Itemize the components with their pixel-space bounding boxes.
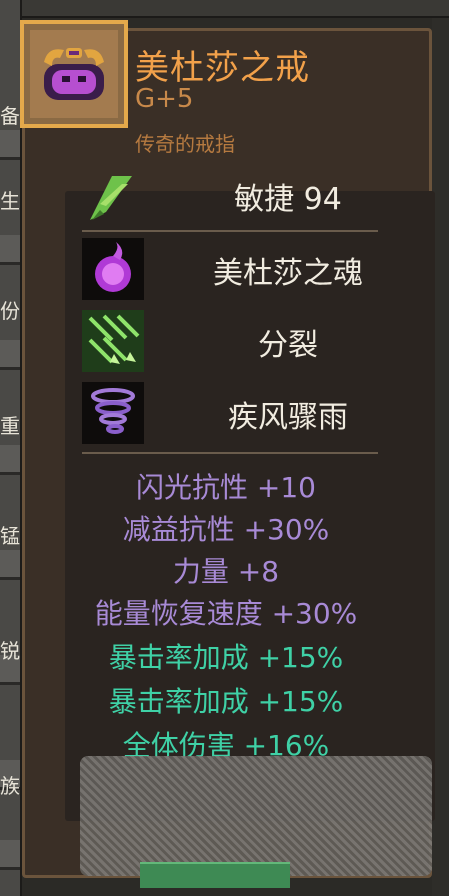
divider [82, 452, 378, 454]
menu-char: 重 [0, 414, 20, 438]
item-name: 美杜莎之戒 [135, 48, 310, 88]
medusa-soul-icon [82, 238, 144, 300]
obscured-area [80, 756, 432, 876]
split-arrows-icon [82, 310, 144, 372]
item-rarity: 传奇的戒指 [135, 132, 235, 156]
skill-row[interactable]: 美杜莎之魂 [82, 238, 412, 300]
menu-char: 份 [0, 299, 20, 323]
main-stat-label: 敏捷 94 [234, 182, 342, 217]
main-stat-row: 敏捷 94 [82, 168, 412, 228]
item-icon-bg [30, 30, 118, 118]
skill-row[interactable]: 分裂 [82, 310, 412, 372]
attribute-line: 减益抗性 +30% [122, 513, 330, 546]
attribute-line: 暴击率加成 +15% [108, 641, 344, 674]
item-grade: G+5 [135, 84, 194, 114]
noise-overlay [80, 756, 432, 876]
tornado-icon [82, 382, 144, 444]
menu-slot[interactable] [0, 235, 20, 265]
menu-char: 族 [0, 774, 20, 798]
attribute-line: 暴击率加成 +15% [108, 685, 344, 718]
menu-char: 备 [0, 104, 20, 128]
agility-feather-icon [82, 168, 144, 230]
skill-row[interactable]: 疾风骤雨 [82, 382, 412, 444]
attribute-line: 闪光抗性 +10 [136, 471, 316, 504]
background-menu-strip: 备 生 份 重 锰 锐 族 [0, 0, 22, 896]
skill-label: 美杜莎之魂 [213, 256, 363, 291]
menu-char: 锰 [0, 524, 20, 548]
menu-slot[interactable] [0, 840, 20, 870]
menu-slot[interactable] [0, 550, 20, 580]
menu-slot[interactable] [0, 340, 20, 370]
divider [82, 230, 378, 232]
menu-char: 生 [0, 189, 20, 213]
menu-slot[interactable] [0, 130, 20, 160]
attribute-line: 能量恢复速度 +30% [94, 597, 358, 630]
top-bar [22, 0, 449, 18]
menu-slot[interactable] [0, 445, 20, 475]
skill-label: 疾风骤雨 [228, 400, 348, 435]
medusa-ring-icon [44, 48, 104, 100]
action-button[interactable] [140, 862, 290, 888]
menu-char: 锐 [0, 639, 20, 663]
item-icon-frame[interactable] [20, 20, 128, 128]
attribute-line: 力量 +8 [172, 555, 280, 588]
skill-label: 分裂 [258, 328, 318, 363]
